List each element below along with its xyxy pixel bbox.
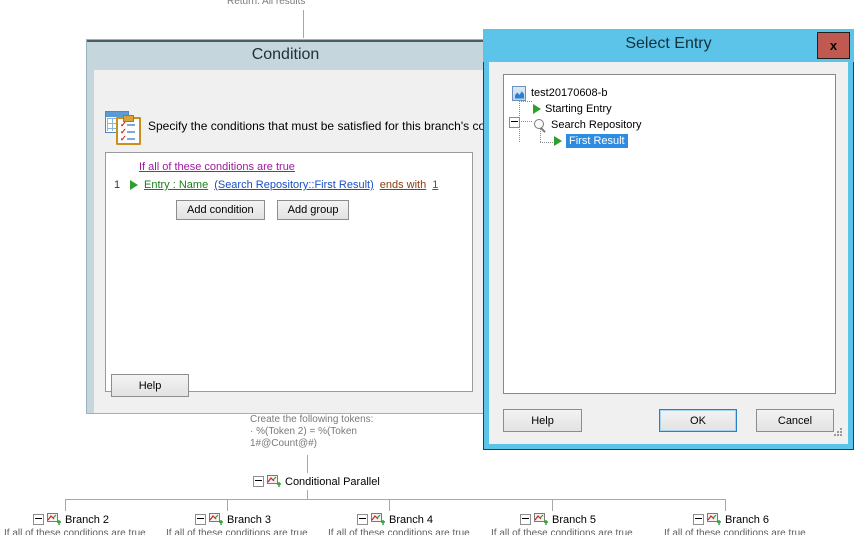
cancel-button[interactable]: Cancel — [756, 409, 834, 432]
connector-branch-bus — [65, 499, 725, 500]
condition-dialog-title: Condition — [251, 46, 320, 63]
connector-to-conditional-parallel — [307, 455, 308, 473]
tree-guide-horizontal — [519, 121, 532, 122]
condition-list-panel[interactable]: If all of these conditions are true 1 En… — [105, 152, 473, 392]
condition-help-button[interactable]: Help — [111, 374, 189, 397]
magnifier-icon — [533, 118, 548, 133]
select-entry-help-button[interactable]: Help — [503, 409, 582, 432]
condition-value-link[interactable]: 1 — [432, 179, 438, 191]
node-branch-5-subtitle: If all of these conditions are true — [491, 528, 633, 535]
connector-branch-6-stem — [725, 499, 726, 511]
node-label: Branch 5 — [552, 513, 597, 526]
node-label: Conditional Parallel — [285, 475, 380, 488]
parallel-branch-icon — [47, 513, 62, 526]
node-label: Branch 3 — [227, 513, 272, 526]
connector-branch-2-stem — [65, 499, 66, 511]
tree-item-label: Starting Entry — [545, 103, 612, 115]
resize-grip[interactable] — [831, 428, 843, 440]
connector-branch-3-stem — [227, 499, 228, 511]
tree-item-first-result[interactable]: First Result — [554, 133, 628, 149]
condition-row-index: 1 — [114, 179, 121, 191]
select-entry-titlebar[interactable]: Select Entry x — [483, 29, 854, 62]
connector-top — [303, 10, 304, 38]
app-root: Return: All results Create the following… — [0, 0, 854, 535]
ok-button[interactable]: OK — [659, 409, 737, 432]
condition-operator-link[interactable]: ends with — [380, 179, 426, 191]
connector-branch-4-stem — [389, 499, 390, 511]
node-branch-6-subtitle: If all of these conditions are true — [664, 528, 806, 535]
node-branch-3[interactable]: Branch 3 — [195, 513, 271, 526]
condition-dialog-body: ✓ ✓ ✓ Specify the conditions that must b… — [87, 70, 525, 413]
node-branch-5[interactable]: Branch 5 — [520, 513, 596, 526]
tree-item-root[interactable]: test20170608-b — [512, 85, 607, 101]
node-branch-6[interactable]: Branch 6 — [693, 513, 769, 526]
play-icon — [554, 136, 562, 146]
node-branch-2[interactable]: Branch 2 — [33, 513, 109, 526]
condition-calendar-clipboard-icon: ✓ ✓ ✓ — [105, 110, 141, 145]
parallel-branch-icon — [371, 513, 386, 526]
condition-field-link[interactable]: Entry : Name — [144, 179, 208, 191]
tree-item-label: First Result — [566, 134, 628, 148]
expander-icon[interactable] — [357, 514, 368, 525]
add-group-button[interactable]: Add group — [276, 200, 350, 220]
tree-item-label: Search Repository — [551, 119, 642, 131]
node-branch-2-subtitle: If all of these conditions are true — [4, 528, 146, 535]
condition-source-link[interactable]: (Search Repository::First Result) — [214, 179, 374, 191]
condition-row[interactable]: 1 Entry : Name (Search Repository::First… — [106, 179, 472, 191]
play-icon — [130, 180, 138, 190]
node-branch-4-subtitle: If all of these conditions are true — [328, 528, 470, 535]
condition-titlebar[interactable]: Condition — [87, 40, 484, 70]
connector-branch-5-stem — [552, 499, 553, 511]
condition-action-buttons: Add condition Add group — [176, 200, 350, 220]
expander-icon[interactable] — [520, 514, 531, 525]
tree-guide-horizontal — [540, 142, 553, 143]
clipboard-icon: ✓ ✓ ✓ — [116, 115, 141, 145]
node-branch-3-subtitle: If all of these conditions are true — [166, 528, 308, 535]
node-conditional-parallel[interactable]: Conditional Parallel — [253, 475, 380, 488]
node-branch-4[interactable]: Branch 4 — [357, 513, 433, 526]
select-entry-title: Select Entry — [625, 35, 712, 52]
expander-icon[interactable] — [195, 514, 206, 525]
condition-group-label[interactable]: If all of these conditions are true — [139, 161, 295, 173]
entry-tree[interactable]: test20170608-b Starting Entry Search Rep… — [503, 74, 836, 394]
tree-item-label: test20170608-b — [531, 87, 608, 99]
condition-description-row: ✓ ✓ ✓ Specify the conditions that must b… — [105, 110, 525, 145]
node-label: Branch 4 — [389, 513, 434, 526]
select-entry-dialog: Select Entry x test20170608-b Starting E… — [483, 29, 854, 450]
parallel-branch-icon — [209, 513, 224, 526]
tree-guide-horizontal — [519, 101, 532, 102]
expander-icon[interactable] — [693, 514, 704, 525]
node-label: Branch 6 — [725, 513, 770, 526]
document-icon — [512, 85, 526, 101]
tree-item-starting-entry[interactable]: Starting Entry — [533, 101, 612, 117]
connector-cp-down — [307, 490, 308, 499]
parallel-branch-icon — [267, 475, 282, 488]
token-note-line-0: Create the following tokens: — [250, 414, 374, 425]
condition-dialog: Condition ✓ ✓ ✓ Specify the conditions t… — [86, 39, 525, 414]
token-note-line-1: · %(Token 2) = %(Token — [250, 426, 357, 437]
node-label: Branch 2 — [65, 513, 110, 526]
tree-expander-icon[interactable] — [509, 117, 520, 128]
select-entry-body: test20170608-b Starting Entry Search Rep… — [489, 62, 848, 444]
expander-icon[interactable] — [253, 476, 264, 487]
add-condition-button[interactable]: Add condition — [176, 200, 265, 220]
expander-icon[interactable] — [33, 514, 44, 525]
token-note-line-2: 1#@Count@#) — [250, 438, 318, 449]
condition-description-text: Specify the conditions that must be sati… — [148, 119, 525, 133]
canvas-top-note: Return: All results — [227, 0, 306, 7]
close-icon[interactable]: x — [817, 32, 850, 59]
tree-item-search-repository[interactable]: Search Repository — [533, 117, 642, 133]
parallel-branch-icon — [534, 513, 549, 526]
parallel-branch-icon — [707, 513, 722, 526]
play-icon — [533, 104, 541, 114]
